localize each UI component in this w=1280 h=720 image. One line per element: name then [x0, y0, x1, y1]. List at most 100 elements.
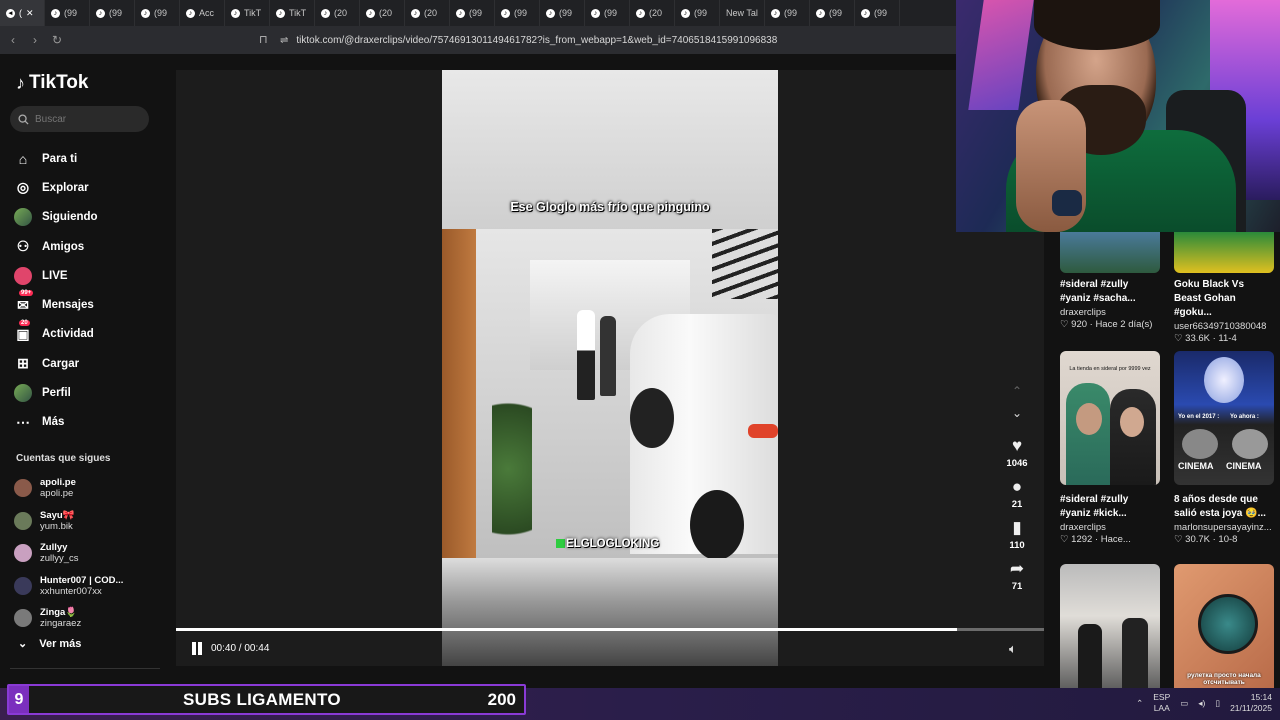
following-item[interactable]: Zinga🌷 zingaraez [14, 602, 123, 635]
notification-badge: 20 [19, 319, 30, 326]
next-video-arrow[interactable]: ⌄ [1012, 406, 1022, 428]
tab-label: (99 [784, 8, 798, 18]
avatar [14, 479, 32, 498]
menu-item-label: Explorar [42, 181, 89, 194]
see-more-button[interactable]: ⌄ Ver más [18, 637, 81, 651]
following-item[interactable]: Sayu🎀 yum.bik [14, 505, 123, 538]
comment-button[interactable]: ● 21 [1012, 477, 1023, 510]
language-indicator[interactable]: ESP LAA [1153, 692, 1170, 714]
reload-icon[interactable]: ↻ [50, 33, 64, 47]
tab-label: (99 [829, 8, 843, 18]
browser-tab[interactable]: New Tal [720, 0, 765, 26]
bookmark-icon[interactable]: ⊓ [259, 33, 268, 46]
comment-count: 21 [1011, 499, 1023, 510]
browser-tab[interactable]: ♪ (20 [630, 0, 675, 26]
previous-video-arrow[interactable]: ⌃ [1012, 384, 1022, 406]
video-watermark: ELGLOGLOKING [556, 538, 659, 550]
like-count: 1046 [1006, 458, 1028, 469]
like-button[interactable]: ♥ 1046 [1006, 436, 1027, 469]
avatar [14, 511, 32, 530]
rec-card[interactable]: рулетка просто начала отсчитывать [1174, 564, 1274, 690]
share-arrow-icon: ➦ [1009, 559, 1025, 578]
browser-tab[interactable]: ♪ (99 [585, 0, 630, 26]
video-progress-bar[interactable] [176, 628, 1044, 631]
tiktok-icon: ♪ [186, 8, 195, 18]
compass-icon: ◎ [16, 179, 30, 196]
search-box[interactable] [10, 106, 149, 132]
following-item[interactable]: apoli.pe apoli.pe [14, 472, 123, 505]
video-frame[interactable]: Ese Gloglo más frío que pinguino ELGLOGL… [442, 70, 778, 666]
following-name: Hunter007 | COD... [40, 574, 124, 586]
volume-icon[interactable]: 🔈︎ [1009, 641, 1017, 657]
rec-card[interactable]: Goku Black Vs Beast Gohan #goku... user6… [1174, 278, 1274, 344]
following-handle: apoli.pe [40, 488, 74, 500]
tiktok-icon: ♪ [51, 8, 60, 18]
rec-title: Goku Black Vs Beast Gohan #goku... [1174, 279, 1245, 318]
save-button[interactable]: ▮ 110 [1009, 518, 1024, 551]
rec-card[interactable]: La tienda en sideral por 9999 vez #sider… [1060, 351, 1160, 545]
browser-tab[interactable]: ♪ (20 [360, 0, 405, 26]
browser-tab[interactable]: ♪ (99 [90, 0, 135, 26]
menu-item-para-ti[interactable]: ⌂ Para ti [14, 144, 98, 173]
menu-item-mensajes[interactable]: ✉ 99+ Mensajes [14, 290, 98, 319]
address-bar[interactable]: ⇌ tiktok.com/@draxerclips/video/75746913… [280, 32, 880, 48]
browser-tab[interactable]: ◂ (✕ [0, 0, 45, 26]
battery-icon[interactable]: ▯ [1215, 698, 1220, 709]
back-icon[interactable]: ‹ [6, 33, 20, 47]
following-item[interactable]: Zullyy zullyy_cs [14, 537, 123, 570]
menu-item-amigos[interactable]: ⚇ Amigos [14, 232, 98, 261]
tab-label: ( [19, 8, 22, 18]
tiktok-icon: ♪ [96, 8, 105, 18]
browser-tab[interactable]: ♪ TikT [270, 0, 315, 26]
tiktok-logo[interactable]: ♪ TikTok [16, 72, 88, 94]
share-button[interactable]: ➦ 71 [1010, 559, 1024, 592]
browser-tab[interactable]: ♪ TikT [225, 0, 270, 26]
following-item[interactable]: Hunter007 | COD... xxhunter007xx [14, 570, 123, 603]
tab-label: (20 [334, 8, 348, 18]
browser-tab[interactable]: ♪ (99 [495, 0, 540, 26]
rec-card[interactable]: Yo en el 2017 : Yo ahora : CINEMA CINEMA… [1174, 351, 1274, 545]
browser-tab[interactable]: ♪ (99 [45, 0, 90, 26]
browser-tab[interactable]: ♪ (20 [405, 0, 450, 26]
goal-count: 200 [487, 690, 516, 709]
browser-tab[interactable]: ♪ (99 [855, 0, 900, 26]
menu-item-actividad[interactable]: ▣ 20 Actividad [14, 319, 98, 349]
browser-tab[interactable]: ♪ (20 [315, 0, 360, 26]
rec-card[interactable] [1060, 564, 1160, 690]
tab-label: (99 [109, 8, 123, 18]
tab-label: (20 [649, 8, 663, 18]
close-tab-icon[interactable]: ✕ [26, 8, 34, 19]
site-info-icon[interactable]: ⇌ [280, 35, 288, 46]
tab-label: (99 [559, 8, 573, 18]
avatar [14, 609, 32, 628]
network-icon[interactable]: ▭ [1180, 698, 1188, 709]
browser-tab[interactable]: ♪ (99 [540, 0, 585, 26]
pause-button[interactable] [190, 642, 204, 656]
browser-tab[interactable]: ♪ (99 [765, 0, 810, 26]
following-handle: zingaraez [40, 618, 82, 630]
browser-tab[interactable]: ♪ Acc [180, 0, 225, 26]
save-count: 110 [1009, 540, 1025, 551]
clock[interactable]: 15:14 21/11/2025 [1230, 692, 1272, 714]
upload-icon: ⊞ [17, 355, 29, 372]
tiktok-note-icon: ♪ [16, 72, 25, 93]
rec-thumbnail [1060, 564, 1160, 690]
menu-item-perfil[interactable]: Perfil [14, 378, 98, 407]
forward-icon[interactable]: › [28, 33, 42, 47]
menu-item-m-s[interactable]: ⋯ Más [14, 408, 98, 437]
tiktok-sidebar: ♪ TikTok ⌂ Para ti ◎ Explorar Siguiendo ⚇ Amig… [0, 54, 176, 684]
menu-item-siguiendo[interactable]: Siguiendo [14, 203, 98, 232]
browser-tab[interactable]: ♪ (99 [810, 0, 855, 26]
browser-tab[interactable]: ♪ (99 [135, 0, 180, 26]
search-input[interactable] [35, 113, 135, 125]
volume-icon[interactable]: ◂) [1198, 698, 1205, 709]
browser-tab[interactable]: ♪ (99 [675, 0, 720, 26]
menu-item-cargar[interactable]: ⊞ Cargar [14, 349, 98, 378]
menu-item-explorar[interactable]: ◎ Explorar [14, 173, 98, 202]
rec-card[interactable]: #sideral #zully #yaniz #sacha... draxerc… [1060, 278, 1160, 330]
menu-item-live[interactable]: LIVE [14, 261, 98, 290]
rec-thumbnail: Yo en el 2017 : Yo ahora : CINEMA CINEMA [1174, 351, 1274, 485]
rec-thumbnail: рулетка просто начала отсчитывать [1174, 564, 1274, 690]
chevron-up-icon[interactable]: ⌃ [1136, 698, 1143, 709]
browser-tab[interactable]: ♪ (99 [450, 0, 495, 26]
